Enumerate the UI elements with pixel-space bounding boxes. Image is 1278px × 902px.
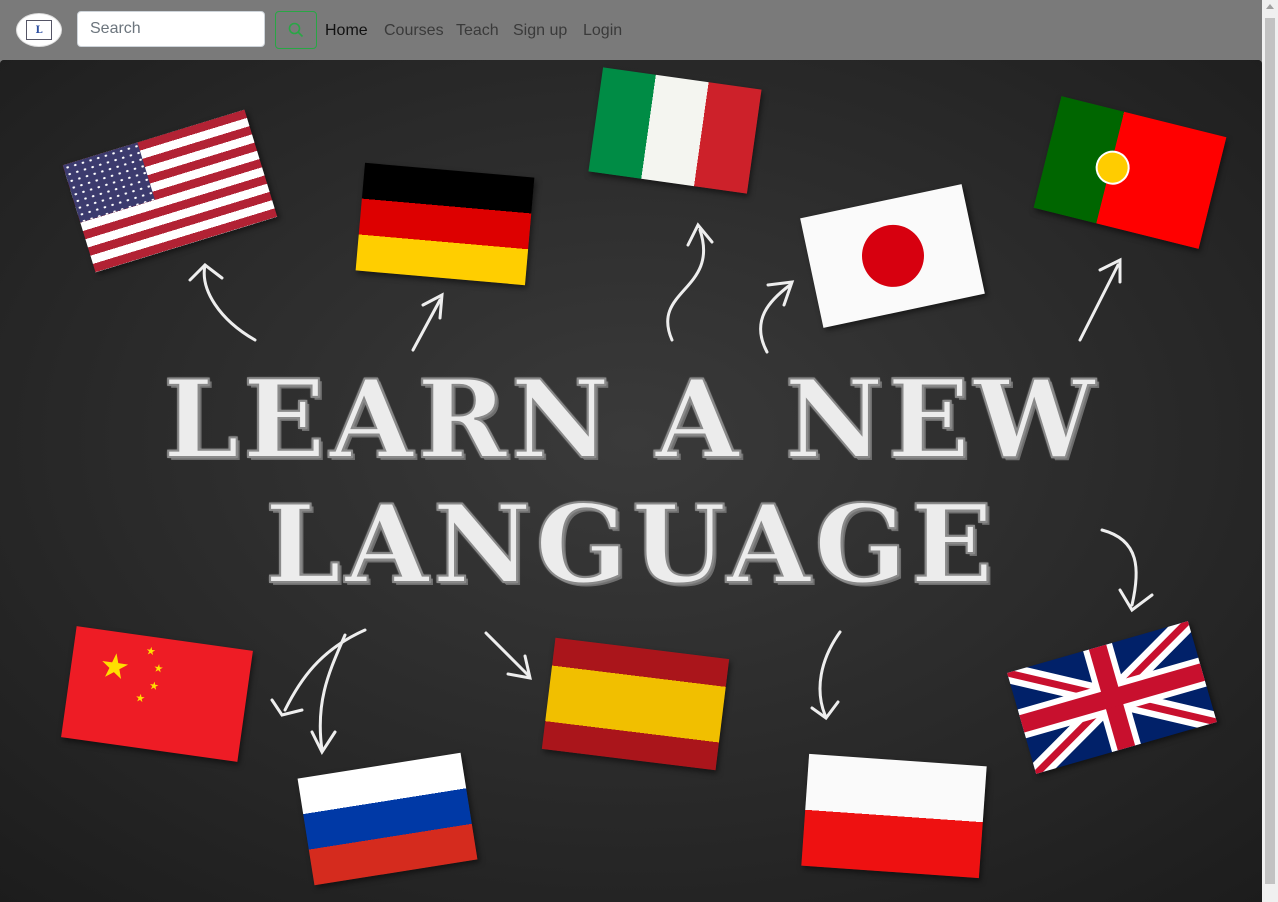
nav-link-teach[interactable]: Teach xyxy=(456,20,499,42)
scroll-up-icon[interactable] xyxy=(1266,4,1274,9)
search-button[interactable] xyxy=(275,11,317,49)
italy-flag xyxy=(588,67,762,194)
nav-link-home[interactable]: Home xyxy=(325,20,368,42)
poland-flag xyxy=(801,753,987,879)
nav-link-signup[interactable]: Sign up xyxy=(513,20,567,42)
germany-flag xyxy=(355,162,535,286)
scrollbar-thumb[interactable] xyxy=(1265,18,1275,884)
site-logo[interactable]: L xyxy=(16,13,62,47)
search-input[interactable] xyxy=(77,11,265,47)
hero-title-line1: LEARN A NEW xyxy=(162,357,1099,483)
navbar: L Home Courses Teach Sign up Login xyxy=(0,0,1262,60)
nav-link-courses[interactable]: Courses xyxy=(384,20,444,42)
search-icon xyxy=(288,22,304,38)
hero-banner: LEARN A NEW LANGUAGE ★ ★ ★ ★ ★ xyxy=(0,60,1262,902)
spain-flag xyxy=(541,637,730,771)
nav-link-login[interactable]: Login xyxy=(583,20,622,42)
logo-mark-icon: L xyxy=(26,20,52,40)
logo-text: L xyxy=(35,24,43,36)
hero-title-line2: LANGUAGE xyxy=(264,482,997,608)
vertical-scrollbar[interactable] xyxy=(1262,0,1278,902)
